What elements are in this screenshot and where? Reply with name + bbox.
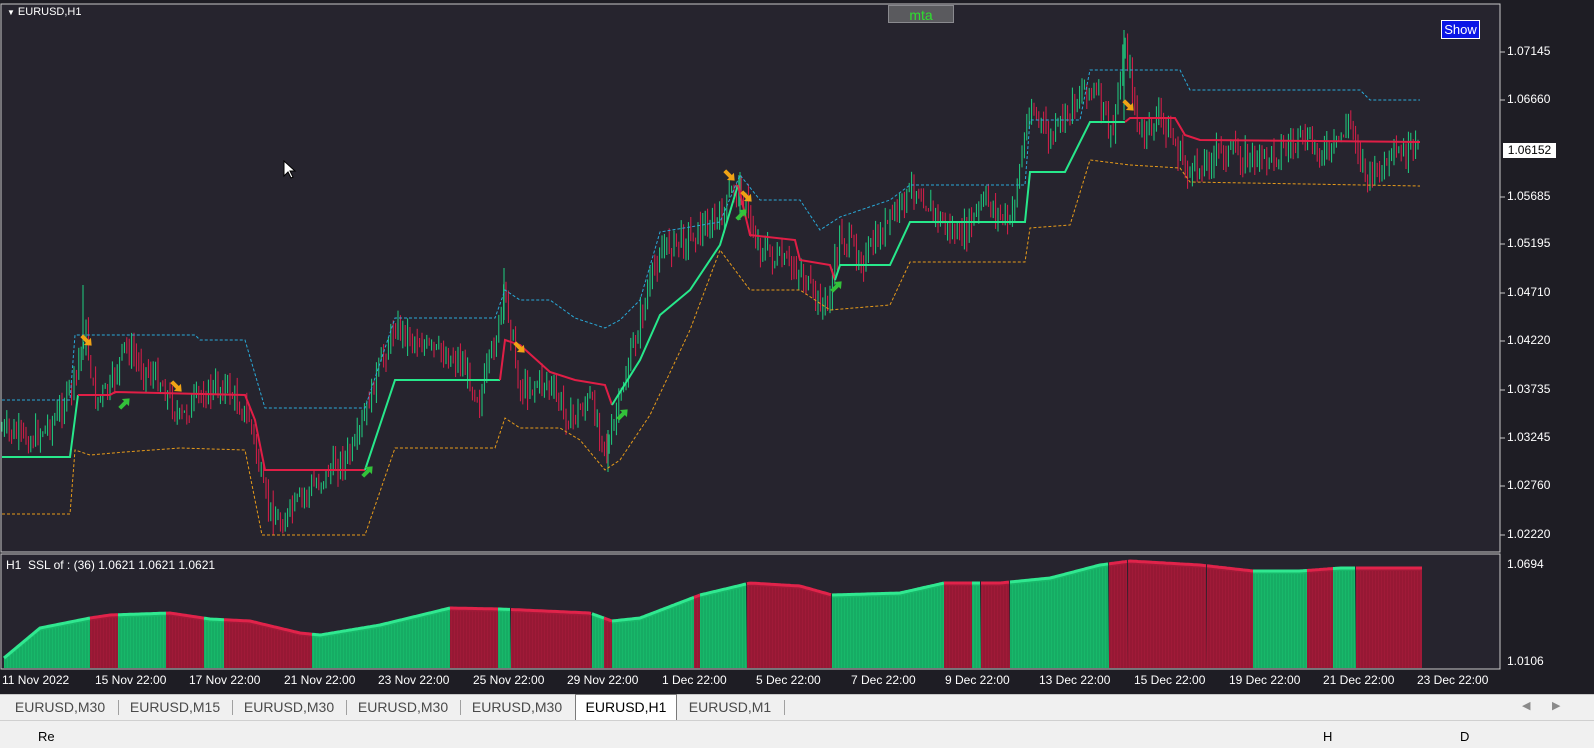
histogram-edge [694,595,700,597]
tab-eurusd-h1[interactable]: EURUSD,H1 [575,694,677,720]
date-axis-label: 21 Dec 22:00 [1323,673,1394,687]
scroll-right-icon[interactable]: ▶ [1552,699,1560,712]
date-axis-label: 11 Nov 2022 [2,673,69,687]
tab-eurusd-m30-1[interactable]: EURUSD,M30 [4,695,116,719]
histogram-block [604,618,612,668]
mta-button[interactable]: mta [888,5,954,23]
current-price-label: 1.06152 [1503,143,1556,158]
price-axis-label: 1.03245 [1507,430,1550,444]
date-axis-label: 9 Dec 22:00 [945,673,1010,687]
histogram-edge [450,608,498,609]
status-bar: Re H D [0,720,1594,748]
histogram-edge [204,618,224,620]
show-button[interactable]: Show [1441,20,1480,39]
date-axis-label: 13 Dec 22:00 [1039,673,1110,687]
ssl-subwindow[interactable] [0,553,1594,671]
histogram-edge [1307,569,1333,571]
tab-eurusd-m30-4[interactable]: EURUSD,M30 [461,695,573,719]
date-axis-label: 7 Dec 22:00 [851,673,916,687]
date-axis-label: 25 Nov 22:00 [473,673,544,687]
histogram-block [972,583,981,668]
price-axis-label: 1.02760 [1507,478,1550,492]
date-axis-label: 1 Dec 22:00 [662,673,727,687]
dropdown-triangle-icon[interactable]: ▼ [7,8,15,17]
date-axis-label: 19 Dec 22:00 [1229,673,1300,687]
price-axis-label: 1.03735 [1507,382,1550,396]
tab-eurusd-m1[interactable]: EURUSD,M1 [677,695,783,719]
main-price-chart[interactable] [0,0,1594,553]
date-axis-label: 23 Dec 22:00 [1417,673,1488,687]
date-axis-label: 17 Nov 22:00 [189,673,260,687]
chart-tab-bar: EURUSD,M30 EURUSD,M15 EURUSD,M30 EURUSD,… [0,694,1594,720]
date-axis-label: 29 Nov 22:00 [567,673,638,687]
histogram-edge [1253,571,1307,572]
price-axis-label: 1.07145 [1507,44,1550,58]
tab-eurusd-m15[interactable]: EURUSD,M15 [119,695,231,719]
scroll-left-icon[interactable]: ◀ [1522,699,1530,712]
histogram-edge [1333,568,1355,569]
sub-axis-bottom: 1.0106 [1507,654,1544,668]
sub-axis-top: 1.0694 [1507,557,1544,571]
date-axis-label: 15 Dec 22:00 [1134,673,1205,687]
chart-symbol-title: ▼EURUSD,H1 [7,6,82,18]
price-axis-label: 1.06660 [1507,92,1550,106]
histogram-edge [118,613,166,615]
price-axis-label: 1.04710 [1507,285,1550,299]
price-axis-label: 1.05195 [1507,236,1550,250]
price-axis-label: 1.04220 [1507,333,1550,347]
subwindow-indicator-label: H1 SSL of : (36) 1.0621 1.0621 1.0621 [6,558,215,572]
tab-eurusd-m30-2[interactable]: EURUSD,M30 [233,695,345,719]
date-axis-label: 5 Dec 22:00 [756,673,821,687]
status-mid-text: H [1323,729,1332,744]
date-axis-label: 23 Nov 22:00 [378,673,449,687]
status-left-text: Re [38,729,55,744]
status-right-text: D [1460,729,1469,744]
mouse-cursor-icon [283,160,297,180]
price-axis-label: 1.02220 [1507,527,1550,541]
symbol-label: EURUSD,H1 [18,6,82,18]
histogram-edge [981,582,1009,583]
date-axis-label: 15 Nov 22:00 [95,673,166,687]
tab-eurusd-m30-3[interactable]: EURUSD,M30 [347,695,459,719]
price-axis-label: 1.05685 [1507,189,1550,203]
date-axis-label: 21 Nov 22:00 [284,673,355,687]
